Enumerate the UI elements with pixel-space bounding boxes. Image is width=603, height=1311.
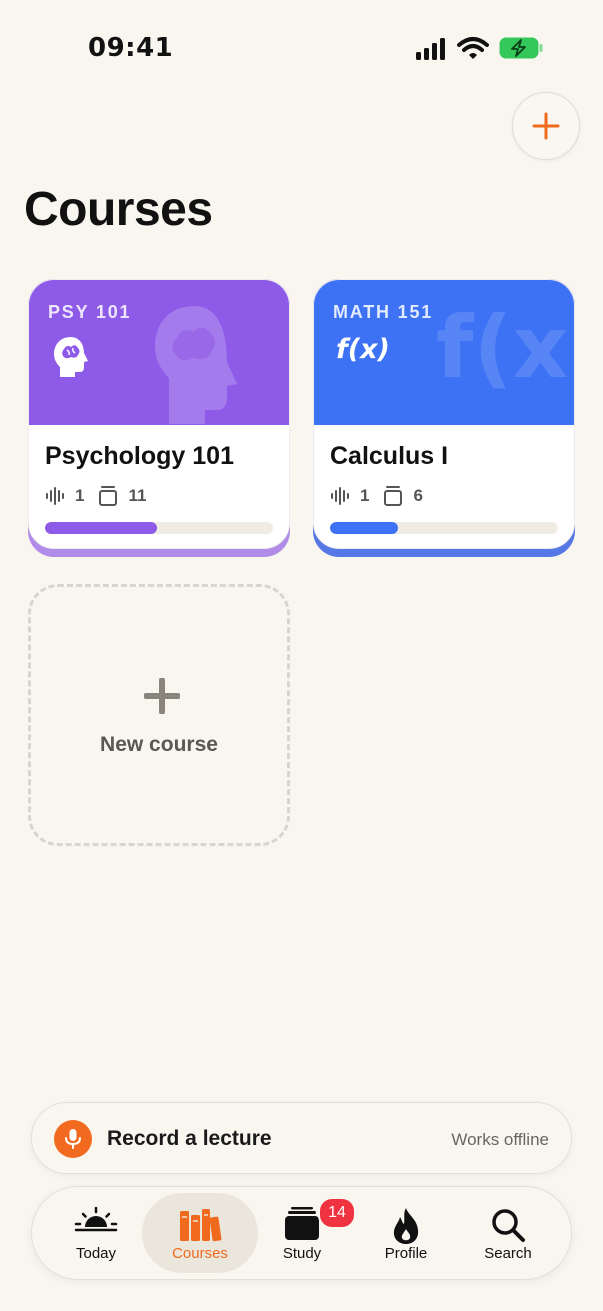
course-card-math-151[interactable]: MATH 151 f(x) f(x) Calculus I 1 6 [313, 279, 575, 557]
course-card-header: MATH 151 f(x) f(x) [314, 280, 574, 425]
status-bar: 09:41 [0, 0, 603, 96]
flame-icon [393, 1208, 419, 1244]
tab-search[interactable]: Search [456, 1193, 560, 1273]
record-hint: Works offline [451, 1130, 549, 1149]
function-watermark-icon: f(x) [436, 298, 574, 398]
waveform-icon [46, 487, 64, 505]
tab-label: Courses [172, 1245, 228, 1262]
brain-head-icon [54, 337, 88, 377]
course-code: MATH 151 [333, 302, 434, 322]
recordings-count: 1 [75, 486, 85, 505]
books-icon [180, 1209, 222, 1242]
waveform-icon [331, 487, 349, 505]
course-code: PSY 101 [48, 302, 132, 322]
new-course-button[interactable]: New course [28, 584, 290, 846]
tab-label: Search [484, 1245, 532, 1262]
course-card-body: MATH 151 f(x) f(x) Calculus I 1 6 [313, 279, 575, 549]
study-badge: 14 [318, 1197, 356, 1229]
cards-stack-icon [99, 486, 118, 506]
course-name: Psychology 101 [45, 442, 234, 470]
add-course-button[interactable] [512, 92, 580, 160]
course-card-body: PSY 101 Psychology 101 1 11 [28, 279, 290, 549]
microphone-icon [65, 1129, 81, 1149]
search-icon [492, 1209, 525, 1242]
cards-stack-icon [384, 486, 403, 506]
cellular-signal-icon [416, 38, 445, 60]
course-progress-bar [330, 522, 558, 534]
tab-today[interactable]: Today [44, 1193, 148, 1273]
cards-count: 11 [128, 486, 147, 505]
course-stats: 1 6 [330, 485, 437, 507]
cards-count: 6 [413, 486, 423, 505]
tab-profile[interactable]: Profile [354, 1193, 458, 1273]
battery-charging-icon [499, 37, 543, 59]
course-progress-bar [45, 522, 273, 534]
function-icon: f(x) [336, 334, 390, 365]
record-label: Record a lecture [107, 1127, 272, 1150]
course-progress-fill [330, 522, 399, 534]
cards-stack-icon [285, 1207, 319, 1240]
record-lecture-button[interactable]: Record a lecture Works offline [31, 1102, 572, 1174]
course-card-psy-101[interactable]: PSY 101 Psychology 101 1 11 [28, 279, 290, 557]
course-progress-fill [45, 522, 157, 534]
page-title: Courses [24, 183, 213, 236]
course-stats: 1 11 [45, 485, 160, 507]
tab-label: Today [75, 1245, 117, 1262]
recordings-count: 1 [360, 486, 370, 505]
record-icon-circle [54, 1120, 92, 1158]
tab-courses[interactable]: Courses [142, 1193, 258, 1273]
status-time: 09:41 [88, 33, 174, 63]
brain-head-watermark-icon [155, 306, 237, 424]
tab-label: Study [282, 1245, 322, 1262]
plus-icon [144, 678, 180, 714]
plus-icon [532, 112, 560, 140]
course-name: Calculus I [330, 442, 449, 470]
wifi-icon [457, 37, 489, 59]
tab-bar: Today Courses Study 14 Profile Search [31, 1186, 572, 1280]
tab-label: Profile [384, 1245, 428, 1262]
sunrise-icon [74, 1207, 118, 1232]
course-card-header: PSY 101 [29, 280, 289, 425]
new-course-label: New course [100, 733, 218, 756]
